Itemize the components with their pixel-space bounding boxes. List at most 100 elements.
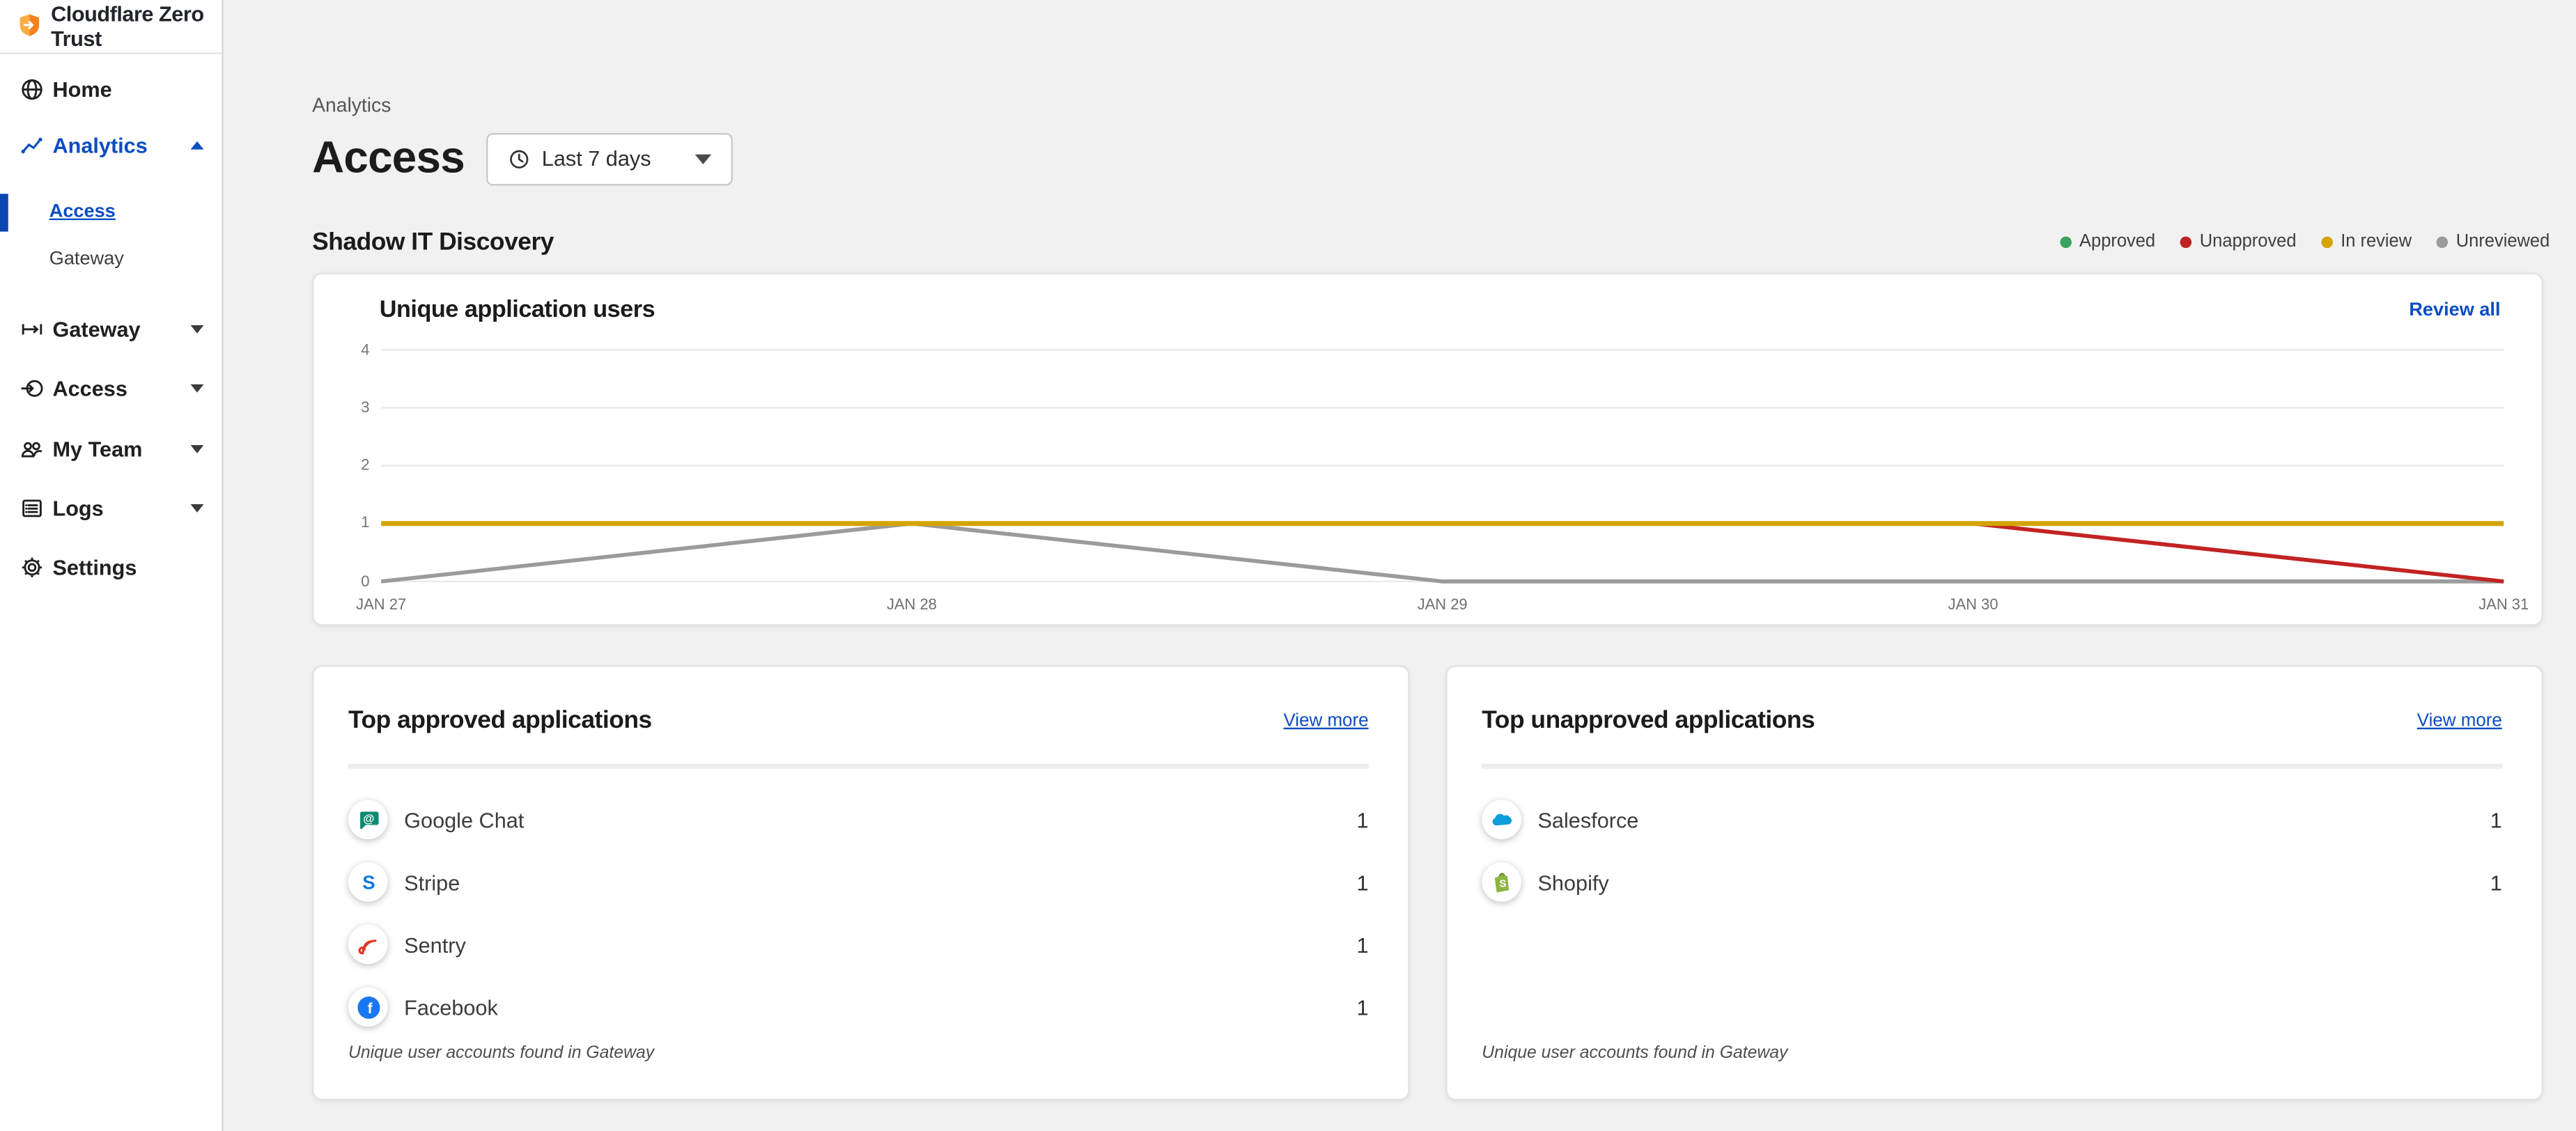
legend-dot	[2321, 235, 2333, 247]
main-content: Analytics Access Last 7 days Shadow IT D…	[226, 0, 2576, 1131]
chevron-down-icon	[191, 325, 204, 333]
sidebar-item-gateway[interactable]: Gateway	[0, 309, 222, 348]
sidebar-item-analytics[interactable]: Analytics	[0, 125, 222, 164]
team-icon	[20, 436, 44, 460]
sidebar-item-label: My Team	[52, 436, 142, 460]
cloudflare-shield-icon	[18, 13, 41, 38]
app-name: Sentry	[404, 932, 466, 956]
line-chart	[381, 350, 2504, 582]
salesforce-icon	[1482, 800, 1521, 840]
view-more-link[interactable]: View more	[2417, 710, 2502, 730]
app-user-count: 1	[2490, 870, 2502, 894]
legend-dot	[2436, 235, 2448, 247]
chart-title: Unique application users	[380, 297, 655, 324]
sidebar-item-label: Logs	[52, 495, 103, 520]
gear-icon	[20, 555, 44, 579]
legend-label: Unapproved	[2200, 232, 2297, 251]
sidebar-subitem-label: Access	[49, 201, 116, 221]
logs-icon	[20, 495, 44, 520]
clock-icon	[507, 147, 530, 170]
stripe-icon: S	[348, 862, 388, 902]
view-more-link[interactable]: View more	[1283, 710, 1368, 730]
card-title: Top approved applications	[348, 706, 652, 734]
svg-text:S: S	[362, 871, 374, 892]
svg-text:S: S	[1498, 877, 1505, 889]
legend-label: Unreviewed	[2456, 232, 2550, 251]
chevron-down-icon	[695, 154, 712, 164]
svg-text:@: @	[362, 811, 373, 825]
app-name: Stripe	[404, 870, 460, 894]
time-range-dropdown[interactable]: Last 7 days	[486, 132, 734, 185]
active-item-bar	[0, 194, 8, 231]
svg-text:f: f	[366, 1000, 371, 1016]
app-user-count: 1	[1357, 994, 1369, 1019]
page-title: Access	[312, 133, 465, 184]
logo: Cloudflare Zero Trust	[0, 0, 222, 54]
x-axis-tick: JAN 30	[1924, 596, 2023, 613]
globe-icon	[20, 77, 44, 102]
review-all-link[interactable]: Review all	[2409, 301, 2500, 320]
sidebar-subitem-label: Gateway	[49, 249, 124, 269]
sidebar-item-label: Settings	[52, 555, 137, 579]
facebook-icon: f	[348, 987, 388, 1027]
app-row-stripe: S Stripe 1	[348, 851, 1369, 914]
sidebar-item-label: Analytics	[52, 132, 147, 157]
app-user-count: 1	[1357, 807, 1369, 832]
chart-card: Unique application users Review all 0123…	[312, 272, 2543, 625]
sidebar: Cloudflare Zero Trust Home Analytics	[0, 0, 224, 1131]
logo-label: Cloudflare Zero Trust	[51, 1, 222, 51]
app-name: Google Chat	[404, 807, 524, 832]
shopify-icon: S	[1482, 862, 1521, 902]
sidebar-item-analytics-access[interactable]: Access	[49, 194, 116, 227]
legend-dot	[2060, 235, 2072, 247]
legend-label: Approved	[2079, 232, 2155, 251]
sidebar-item-home[interactable]: Home	[0, 70, 222, 109]
series-line-unreviewed	[381, 524, 2504, 582]
app-row-shopify: S Shopify 1	[1482, 851, 2502, 914]
divider	[348, 764, 1369, 768]
sidebar-item-analytics-gateway[interactable]: Gateway	[49, 243, 124, 276]
section-header: Shadow IT Discovery Approved Unapproved In…	[312, 226, 2550, 256]
legend-item-unapproved: Unapproved	[2180, 232, 2296, 251]
card-header: Top unapproved applications View more	[1482, 706, 2502, 734]
card-footnote: Unique user accounts found in Gateway	[1482, 1043, 1787, 1063]
access-icon	[20, 376, 44, 400]
y-axis-tick: 2	[336, 457, 369, 475]
google-chat-icon: @	[348, 800, 388, 840]
sidebar-item-label: Access	[52, 376, 127, 400]
app-name: Shopify	[1537, 870, 1608, 894]
app-name: Facebook	[404, 994, 498, 1019]
legend-label: In review	[2341, 232, 2412, 251]
y-axis-tick: 4	[336, 341, 369, 359]
y-axis-tick: 0	[336, 572, 369, 591]
approved-apps-card: Top approved applications View more @ Goo…	[312, 665, 1409, 1100]
title-row: Access Last 7 days	[312, 132, 733, 186]
app-row-google-chat: @ Google Chat 1	[348, 788, 1369, 851]
chevron-down-icon	[191, 444, 204, 453]
app-cards-row: Top approved applications View more @ Goo…	[312, 665, 2543, 1100]
analytics-icon	[20, 132, 44, 157]
sidebar-item-access[interactable]: Access	[0, 368, 222, 408]
app-list: @ Google Chat 1 S Stripe 1 Sentry1 f Facebook 1	[348, 788, 1369, 1038]
chevron-down-icon	[191, 504, 204, 512]
section-title: Shadow IT Discovery	[312, 228, 554, 256]
sidebar-item-label: Gateway	[52, 316, 140, 341]
sidebar-item-my-team[interactable]: My Team	[0, 429, 222, 469]
time-range-value: Last 7 days	[542, 146, 651, 171]
app-row-sentry: Sentry1	[348, 913, 1369, 976]
breadcrumb: Analytics	[312, 93, 391, 116]
legend-dot	[2180, 235, 2191, 247]
legend-item-in-review: In review	[2321, 232, 2412, 251]
chart-card-header: Unique application users Review all	[380, 297, 2501, 324]
sidebar-item-settings[interactable]: Settings	[0, 548, 222, 588]
sentry-icon	[348, 925, 388, 965]
sidebar-item-logs[interactable]: Logs	[0, 488, 222, 527]
app-name: Salesforce	[1537, 807, 1638, 832]
x-axis-tick: JAN 28	[862, 596, 961, 613]
app-user-count: 1	[2490, 807, 2502, 832]
app-user-count: 1	[1357, 870, 1369, 894]
divider	[1482, 764, 2502, 768]
chevron-up-icon	[191, 141, 204, 149]
card-footnote: Unique user accounts found in Gateway	[348, 1043, 654, 1063]
app-row-salesforce: Salesforce 1	[1482, 788, 2502, 851]
